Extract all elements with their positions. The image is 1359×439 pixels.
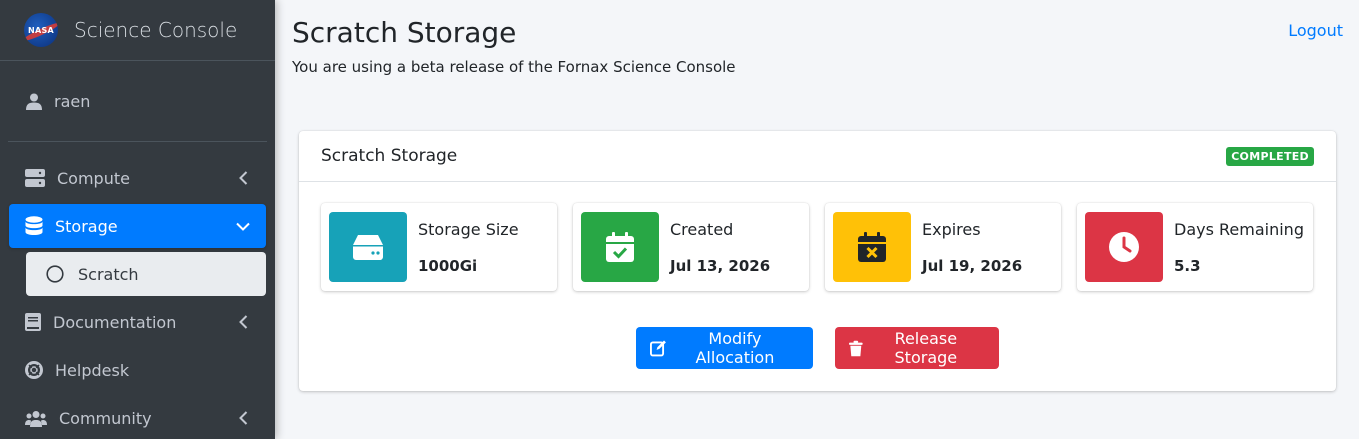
sidebar-subitem-scratch[interactable]: Scratch [26, 252, 266, 296]
sidebar-item-helpdesk[interactable]: Helpdesk [9, 348, 266, 392]
info-value: Jul 13, 2026 [670, 256, 771, 275]
sidebar-nav: Compute Storage Scratch Documentation He… [0, 156, 275, 439]
lifering-icon [25, 361, 43, 379]
chevron-down-icon [236, 219, 250, 233]
info-value: Jul 19, 2026 [922, 256, 1023, 275]
sidebar-item-label: Helpdesk [55, 360, 130, 380]
scratch-storage-card: Scratch Storage COMPLETED Storage Size 1… [299, 131, 1336, 391]
circle-icon [46, 265, 64, 283]
sidebar: NASA Science Console raen Compute Storag… [0, 0, 275, 439]
sidebar-item-label: Documentation [53, 312, 177, 332]
info-box-expires: Expires Jul 19, 2026 [825, 203, 1061, 291]
chevron-left-icon [236, 315, 250, 329]
info-label: Created [670, 219, 734, 239]
info-box-storage-size: Storage Size 1000Gi [321, 203, 557, 291]
sidebar-item-label: Storage [55, 216, 118, 236]
info-label: Days Remaining [1174, 219, 1304, 239]
release-storage-button[interactable]: Release Storage [835, 327, 999, 369]
info-value: 1000Gi [418, 256, 478, 275]
sidebar-item-compute[interactable]: Compute [9, 156, 266, 200]
sidebar-item-documentation[interactable]: Documentation [9, 300, 266, 344]
brand-title: Science Console [74, 18, 238, 42]
info-box-created: Created Jul 13, 2026 [573, 203, 809, 291]
chevron-left-icon [236, 411, 250, 425]
calendar-x-icon [833, 212, 911, 282]
card-actions: Modify Allocation Release Storage [299, 327, 1336, 369]
sidebar-item-label: Compute [57, 168, 130, 188]
user-icon [26, 93, 42, 110]
release-storage-label: Release Storage [894, 329, 958, 367]
users-icon [25, 410, 47, 427]
sidebar-item-label: Community [59, 408, 152, 428]
modify-allocation-button[interactable]: Modify Allocation [636, 327, 813, 369]
card-header: Scratch Storage COMPLETED [299, 131, 1336, 182]
info-boxes: Storage Size 1000Gi Created Jul 13, 2026 [321, 203, 1313, 291]
page-title: Scratch Storage [292, 16, 517, 49]
chevron-left-icon [236, 171, 250, 185]
edit-icon [650, 340, 666, 357]
book-icon [25, 313, 41, 331]
server-icon [25, 169, 45, 187]
sidebar-item-community[interactable]: Community [9, 396, 266, 439]
card-title: Scratch Storage [321, 146, 458, 166]
info-label: Expires [922, 219, 981, 239]
user-name: raen [54, 91, 91, 111]
info-box-days-remaining: Days Remaining 5.3 [1077, 203, 1313, 291]
calendar-check-icon [581, 212, 659, 282]
brand-link[interactable]: NASA Science Console [0, 0, 275, 61]
sidebar-item-storage[interactable]: Storage [9, 204, 266, 248]
hdd-icon [329, 212, 407, 282]
status-badge: COMPLETED [1226, 146, 1314, 166]
clock-icon [1085, 212, 1163, 282]
nasa-logo: NASA [24, 13, 58, 47]
info-label: Storage Size [418, 219, 519, 239]
logout-link[interactable]: Logout [1288, 21, 1343, 40]
user-panel[interactable]: raen [8, 61, 267, 142]
trash-icon [849, 340, 863, 356]
main-content: Scratch Storage You are using a beta rel… [275, 0, 1359, 439]
sidebar-subitem-label: Scratch [78, 264, 139, 284]
database-icon [25, 216, 43, 235]
info-value: 5.3 [1174, 256, 1201, 275]
modify-allocation-label: Modify Allocation [695, 329, 775, 367]
beta-notice: You are using a beta release of the Forn… [292, 58, 736, 76]
